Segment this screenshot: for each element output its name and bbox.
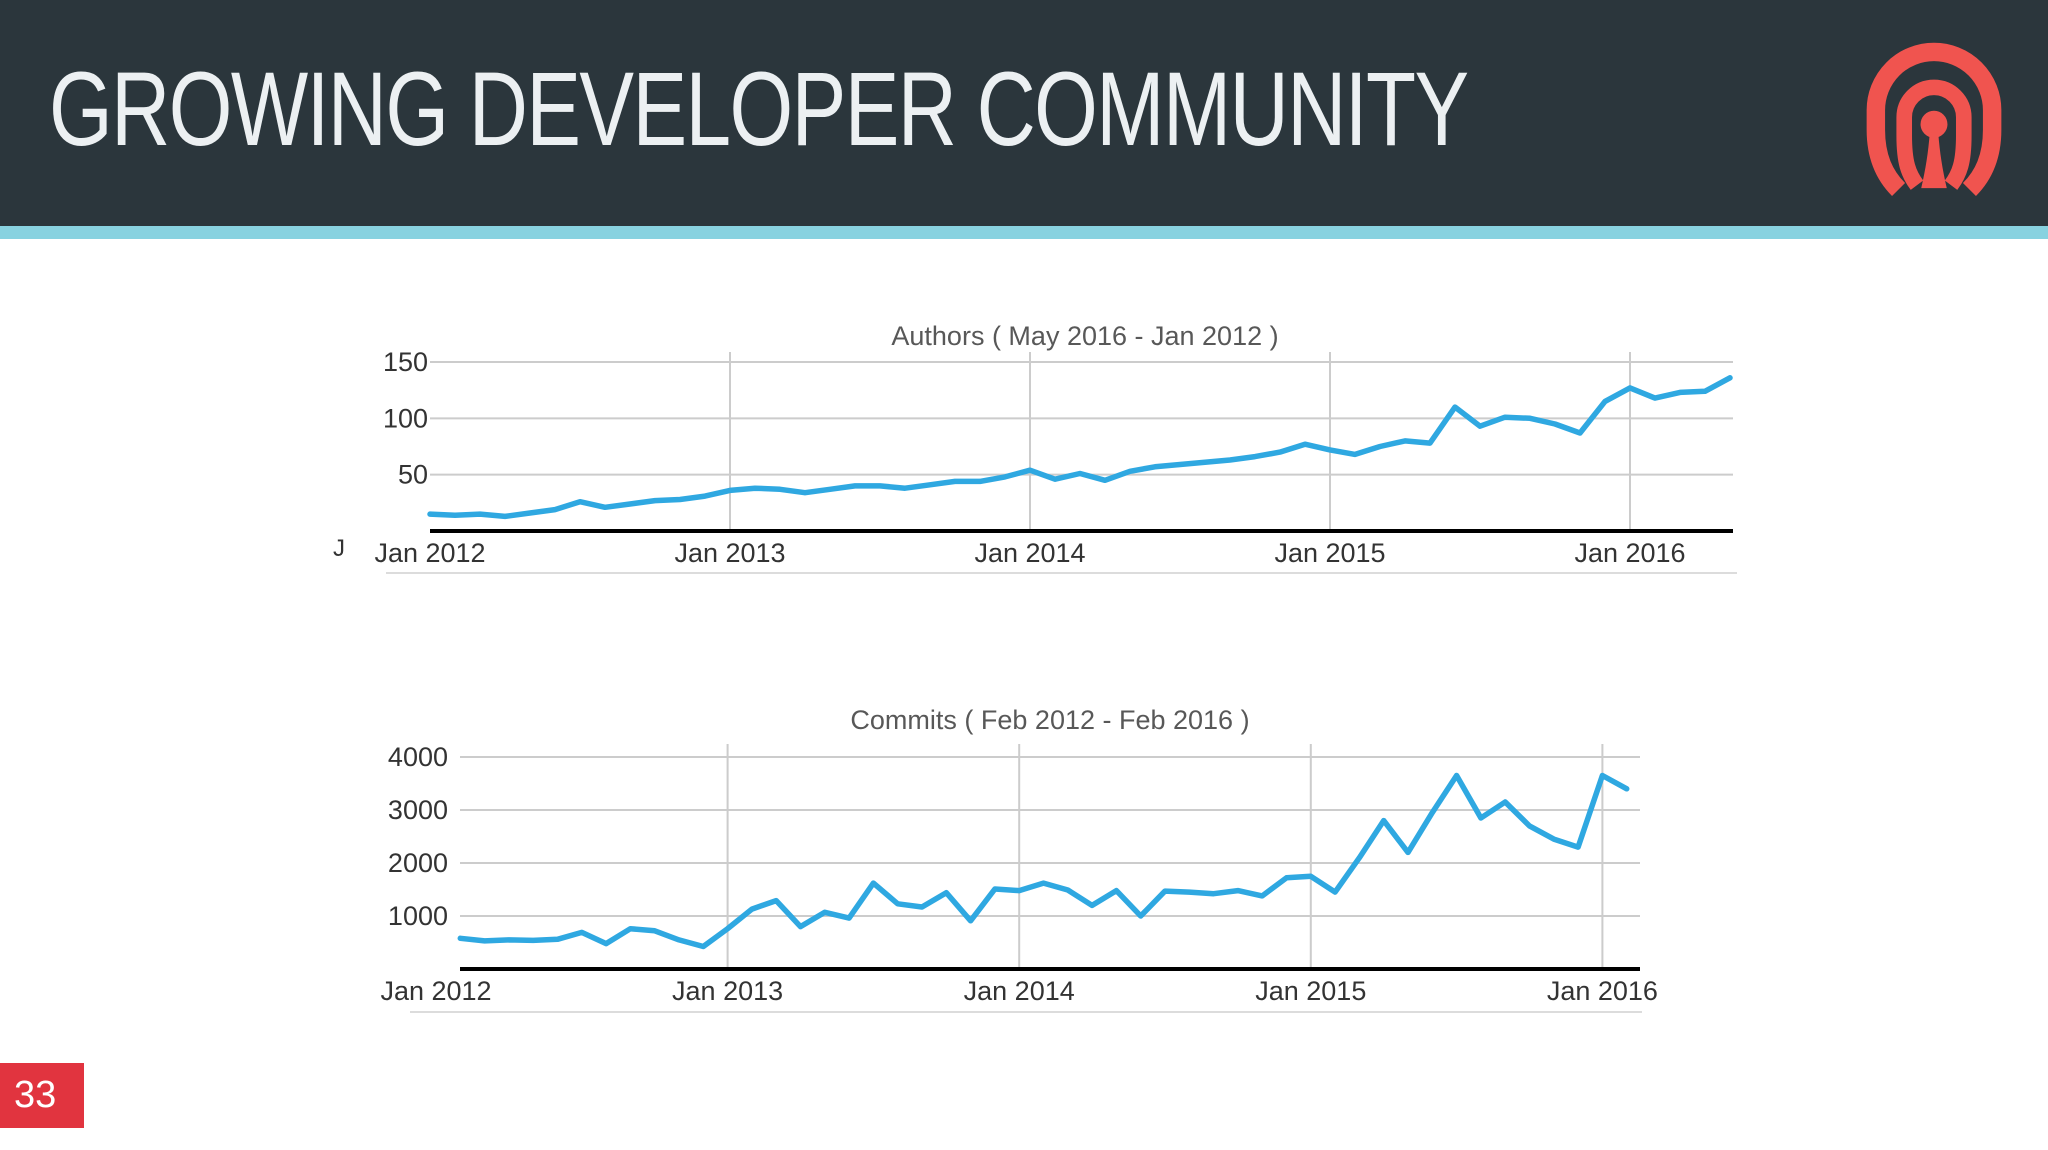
x-tick-label: Jan 2012 — [374, 538, 485, 568]
x-tick-label: Jan 2013 — [672, 976, 783, 1006]
commits-chart: 1000 2000 3000 4000 Jan 2012 Jan 2013 Jan 2014… — [380, 705, 1658, 1013]
x-tick-label: Jan 2015 — [1255, 976, 1366, 1006]
chart-title: Commits ( Feb 2012 - Feb 2016 ) — [850, 705, 1249, 735]
x-tick-label: Jan 2012 — [380, 976, 491, 1006]
commits-line-series — [457, 772, 1630, 950]
y-tick-label: 50 — [398, 460, 428, 490]
x-tick-label: Jan 2013 — [674, 538, 785, 568]
chart-title: Authors ( May 2016 - Jan 2012 ) — [891, 321, 1278, 351]
x-tick-label: Jan 2014 — [974, 538, 1085, 568]
page-number: 33 — [14, 1074, 57, 1116]
y-tick-label: 100 — [383, 403, 428, 433]
x-tick-label: Jan 2015 — [1274, 538, 1385, 568]
y-tick-label: 2000 — [388, 848, 448, 878]
charts-canvas: 50 100 150 Jan 2012 Jan 2013 Jan 2014 Jan 2015… — [333, 321, 1737, 1013]
stray-axis-label: J — [333, 535, 345, 562]
y-tick-label: 1000 — [388, 901, 448, 931]
y-tick-label: 3000 — [388, 795, 448, 825]
y-tick-label: 4000 — [388, 742, 448, 772]
x-tick-label: Jan 2014 — [964, 976, 1075, 1006]
y-tick-label: 150 — [383, 347, 428, 377]
page-number-badge: 33 — [0, 1063, 84, 1128]
x-tick-label: Jan 2016 — [1547, 976, 1658, 1006]
authors-line-series — [427, 375, 1733, 520]
authors-chart: 50 100 150 Jan 2012 Jan 2013 Jan 2014 Jan 2015… — [333, 321, 1737, 574]
x-tick-label: Jan 2016 — [1574, 538, 1685, 568]
